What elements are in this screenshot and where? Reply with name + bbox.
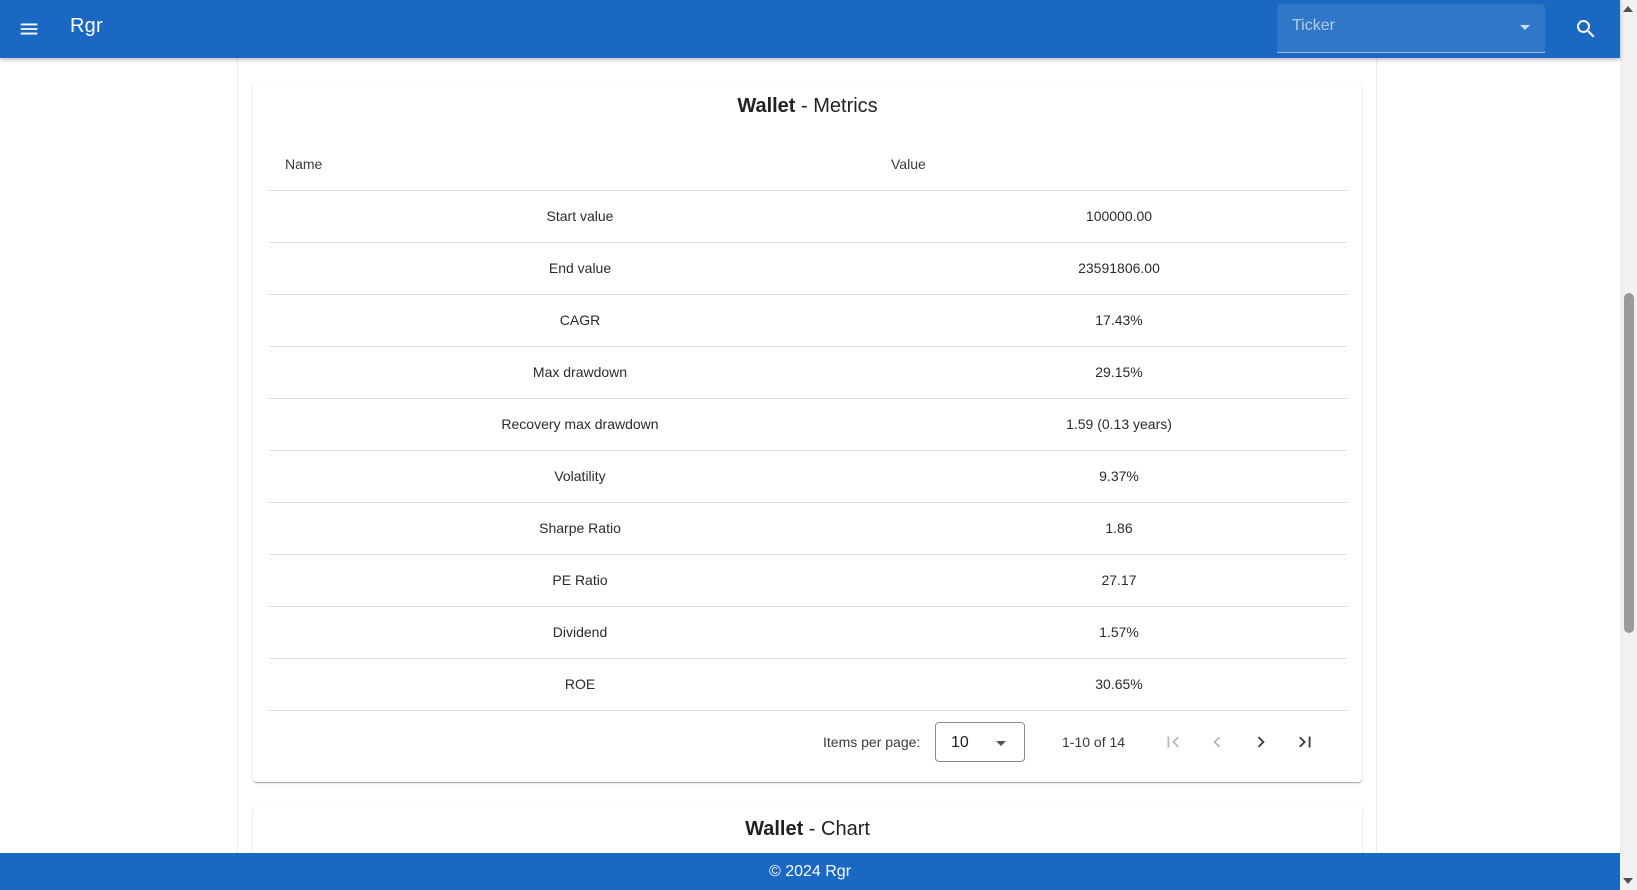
metric-value-cell: 23591806.00 xyxy=(891,242,1347,295)
items-per-page-value: 10 xyxy=(951,734,969,751)
next-page-button[interactable] xyxy=(1243,724,1279,760)
table-row: Dividend 1.57% xyxy=(269,606,1347,659)
metric-value-cell: 1.57% xyxy=(891,606,1347,659)
metric-name-cell: Start value xyxy=(269,190,891,243)
metric-name-cell: Volatility xyxy=(269,450,891,503)
search-button[interactable] xyxy=(1568,11,1604,47)
menu-button[interactable] xyxy=(14,14,44,44)
scroll-down-arrow-icon[interactable] xyxy=(1623,878,1633,884)
table-row: Volatility 9.37% xyxy=(269,450,1347,503)
table-row: ROE 30.65% xyxy=(269,658,1347,711)
metric-value-cell: 30.65% xyxy=(891,658,1347,711)
metric-value-cell: 9.37% xyxy=(891,450,1347,503)
chart-card-title: Wallet - Chart xyxy=(253,818,1362,841)
menu-icon xyxy=(20,23,38,35)
last-page-button[interactable] xyxy=(1287,724,1323,760)
metric-value-cell: 100000.00 xyxy=(891,190,1347,243)
page-range-label: 1-10 of 14 xyxy=(1062,734,1126,750)
table-row: Recovery max drawdown 1.59 (0.13 years) xyxy=(269,398,1347,451)
table-row: CAGR 17.43% xyxy=(269,294,1347,347)
top-toolbar: Rgr Ticker xyxy=(0,0,1620,58)
first-page-button[interactable] xyxy=(1155,724,1191,760)
scroll-up-arrow-icon[interactable] xyxy=(1623,6,1633,12)
metric-value-cell: 27.17 xyxy=(891,554,1347,607)
scrollbar-thumb[interactable] xyxy=(1624,293,1634,633)
metrics-card: Wallet - Metrics Name Value Start value … xyxy=(253,82,1362,782)
metric-value-cell: 29.15% xyxy=(891,346,1347,399)
previous-page-button[interactable] xyxy=(1199,724,1235,760)
metric-value-cell: 17.43% xyxy=(891,294,1347,347)
items-per-page-label: Items per page: xyxy=(823,734,921,750)
column-header-value[interactable]: Value xyxy=(891,138,1347,191)
card-title-strong: Wallet xyxy=(745,818,804,840)
metrics-card-title: Wallet - Metrics xyxy=(253,95,1362,118)
metric-name-cell: PE Ratio xyxy=(269,554,891,607)
metric-name-cell: ROE xyxy=(269,658,891,711)
column-header-name[interactable]: Name xyxy=(269,138,891,191)
search-icon xyxy=(1577,20,1595,38)
app-title: Rgr xyxy=(70,15,103,37)
chevron-down-icon xyxy=(1520,25,1530,30)
table-row: PE Ratio 27.17 xyxy=(269,554,1347,607)
items-per-page-select[interactable]: 10 xyxy=(935,722,1025,762)
ticker-select[interactable]: Ticker xyxy=(1277,4,1545,53)
chevron-right-icon xyxy=(1257,736,1265,748)
metric-name-cell: Recovery max drawdown xyxy=(269,398,891,451)
last-page-icon xyxy=(1299,736,1311,748)
card-title-rest: - Metrics xyxy=(795,95,878,117)
metric-name-cell: Dividend xyxy=(269,606,891,659)
footer-copyright: © 2024 Rgr xyxy=(768,863,852,880)
table-row: Max drawdown 29.15% xyxy=(269,346,1347,399)
card-title-strong: Wallet xyxy=(737,95,796,117)
metric-value-cell: 1.86 xyxy=(891,502,1347,555)
table-header-row: Name Value xyxy=(269,138,1347,191)
metric-name-cell: Sharpe Ratio xyxy=(269,502,891,555)
table-row: End value 23591806.00 xyxy=(269,242,1347,295)
paginator: Items per page: 10 1-10 of 14 xyxy=(269,714,1347,770)
page-scrollbar[interactable] xyxy=(1620,0,1637,890)
chevron-left-icon xyxy=(1213,736,1221,748)
table-row: Sharpe Ratio 1.86 xyxy=(269,502,1347,555)
metric-value-cell: 1.59 (0.13 years) xyxy=(891,398,1347,451)
metric-name-cell: Max drawdown xyxy=(269,346,891,399)
ticker-placeholder: Ticker xyxy=(1292,17,1335,34)
footer: © 2024 Rgr xyxy=(0,853,1620,890)
table-row: Start value 100000.00 xyxy=(269,190,1347,243)
metrics-table: Name Value Start value 100000.00 End val… xyxy=(269,138,1347,711)
metric-name-cell: End value xyxy=(269,242,891,295)
chevron-down-icon xyxy=(996,741,1006,746)
card-title-rest: - Chart xyxy=(803,818,870,840)
first-page-icon xyxy=(1167,736,1179,748)
metric-name-cell: CAGR xyxy=(269,294,891,347)
